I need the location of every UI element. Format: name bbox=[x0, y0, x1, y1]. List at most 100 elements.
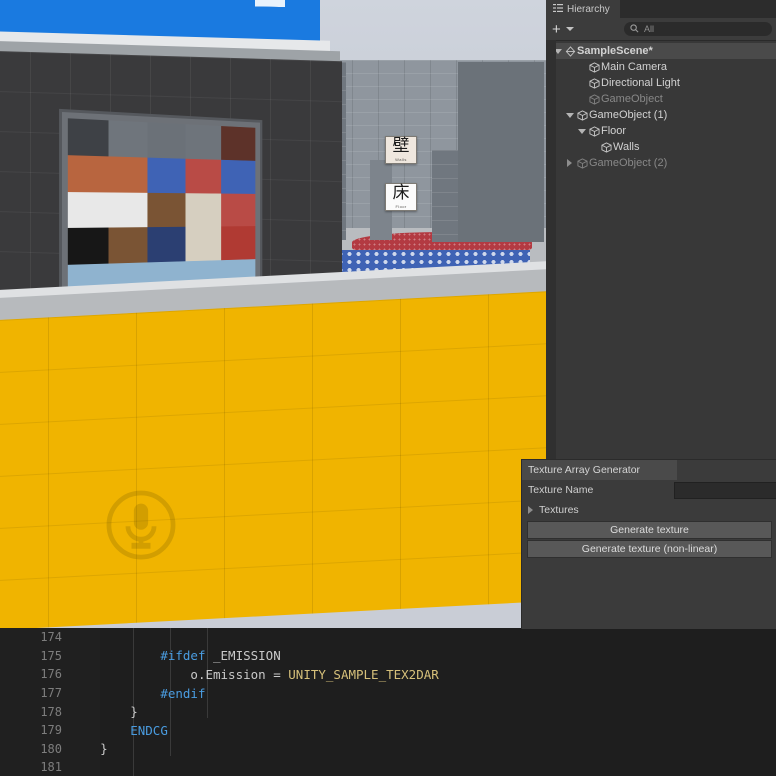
tab-hierarchy[interactable]: Hierarchy bbox=[546, 0, 620, 18]
chevron-down-icon[interactable] bbox=[564, 112, 575, 118]
code-lines: 174 175 #ifdef _EMISSION 176 o.Emission = … bbox=[0, 628, 521, 776]
texture-swatch bbox=[108, 120, 148, 158]
hierarchy-item-label: Walls bbox=[613, 141, 640, 153]
chevron-down-icon[interactable] bbox=[576, 128, 587, 134]
gameobject-cube-icon bbox=[575, 157, 589, 169]
hierarchy-left-strip bbox=[546, 40, 556, 459]
hierarchy-item-gameobject-1[interactable]: GameObject (1) bbox=[546, 107, 776, 123]
code-line-number: 177 bbox=[40, 686, 62, 701]
texture-swatch bbox=[67, 154, 109, 193]
tab-hierarchy-label: Hierarchy bbox=[567, 3, 610, 15]
scene-sign-walls: 壁 Walls bbox=[385, 136, 417, 164]
texture-swatch bbox=[108, 227, 148, 264]
search-placeholder: All bbox=[644, 24, 655, 34]
hierarchy-item-gameobject[interactable]: GameObject bbox=[546, 91, 776, 107]
texture-swatch bbox=[108, 156, 148, 193]
chevron-right-icon[interactable] bbox=[528, 506, 533, 514]
sign-roman: Floor bbox=[395, 204, 407, 209]
sign-roman: Walls bbox=[395, 157, 407, 162]
hierarchy-tree[interactable]: SampleScene* Main Camera Directional Light… bbox=[546, 41, 776, 171]
hierarchy-item-label: GameObject (2) bbox=[589, 157, 668, 169]
code-line-number: 180 bbox=[40, 741, 62, 756]
gameobject-cube-icon bbox=[587, 61, 601, 73]
texture-swatch bbox=[185, 226, 221, 262]
search-icon bbox=[630, 20, 639, 38]
texture-swatch bbox=[220, 126, 256, 161]
hierarchy-item-label: Floor bbox=[601, 125, 627, 137]
gameobject-cube-icon bbox=[587, 77, 601, 89]
code-token: o.Emission = bbox=[190, 666, 289, 682]
texture-swatch bbox=[220, 159, 256, 194]
game-view[interactable]: 壁 Walls 床 Floor bbox=[0, 0, 546, 628]
code-token: } bbox=[100, 741, 108, 757]
texture-swatch bbox=[147, 227, 186, 263]
gameobject-cube-icon bbox=[599, 141, 613, 153]
code-line: 181 bbox=[0, 758, 521, 776]
hierarchy-item-label: GameObject (1) bbox=[589, 109, 668, 121]
texture-swatch bbox=[147, 157, 186, 193]
scene-yellow-tactile-floor bbox=[0, 287, 546, 628]
texture-swatch bbox=[67, 118, 109, 157]
gameobject-cube-icon bbox=[575, 109, 589, 121]
gameobject-cube-icon bbox=[587, 93, 601, 105]
microphone-icon bbox=[103, 487, 179, 563]
chevron-right-icon[interactable] bbox=[564, 159, 575, 167]
code-line-number: 179 bbox=[40, 723, 62, 738]
texture-swatch bbox=[147, 192, 186, 228]
hierarchy-item-label: Main Camera bbox=[601, 61, 668, 73]
code-token: UNITY_SAMPLE_TEX2DAR bbox=[288, 666, 439, 682]
texture-name-label: Texture Name bbox=[528, 484, 594, 496]
hierarchy-item-directional-light[interactable]: Directional Light bbox=[546, 75, 776, 91]
generate-texture-button[interactable]: Generate texture bbox=[527, 521, 772, 539]
generate-texture-nonlinear-button[interactable]: Generate texture (non-linear) bbox=[527, 540, 772, 558]
gameobject-cube-icon bbox=[587, 125, 601, 137]
chevron-down-icon[interactable] bbox=[565, 27, 574, 31]
texture-array-generator-window: Texture Array Generator Texture Name Tex… bbox=[521, 459, 776, 629]
scene-pillar bbox=[458, 62, 544, 242]
textures-foldout-label: Textures bbox=[539, 504, 579, 516]
code-token: #endif bbox=[160, 685, 206, 701]
hierarchy-tab-bar: Hierarchy bbox=[546, 0, 776, 18]
hierarchy-item-label: SampleScene* bbox=[577, 45, 653, 57]
code-token: #ifdef bbox=[160, 648, 206, 664]
textures-foldout[interactable]: Textures bbox=[522, 500, 776, 520]
code-token: } bbox=[130, 704, 138, 720]
hierarchy-panel: Hierarchy + All SampleScene* Main Camera D… bbox=[546, 0, 776, 459]
search-input[interactable]: All bbox=[624, 22, 772, 36]
texture-swatch bbox=[108, 192, 148, 228]
texture-swatch bbox=[147, 122, 186, 159]
hierarchy-item-label: GameObject bbox=[601, 93, 663, 105]
hierarchy-icon bbox=[553, 3, 563, 16]
texture-atlas-grid bbox=[67, 118, 256, 302]
hierarchy-item-walls[interactable]: Walls bbox=[546, 139, 776, 155]
code-line: 179 ENDCG bbox=[0, 721, 521, 740]
sign-kanji: 床 bbox=[392, 183, 410, 203]
code-line: 174 bbox=[0, 628, 521, 647]
code-line-number: 181 bbox=[40, 760, 62, 775]
code-line: 180 } bbox=[0, 740, 521, 759]
hierarchy-item-label: Directional Light bbox=[601, 77, 680, 89]
scene-pillar bbox=[432, 150, 458, 242]
code-line-number: 178 bbox=[40, 704, 62, 719]
code-line: 176 o.Emission = UNITY_SAMPLE_TEX2DAR bbox=[0, 665, 521, 684]
add-gameobject-button[interactable]: + bbox=[550, 22, 563, 37]
code-editor[interactable]: 174 175 #ifdef _EMISSION 176 o.Emission = … bbox=[0, 628, 521, 776]
code-line: 178 } bbox=[0, 702, 521, 721]
hierarchy-item-samplescene[interactable]: SampleScene* bbox=[546, 43, 776, 59]
code-token: ENDCG bbox=[130, 722, 168, 738]
texture-swatch bbox=[67, 191, 109, 229]
texture-swatch bbox=[185, 192, 221, 228]
hierarchy-item-gameobject-2[interactable]: GameObject (2) bbox=[546, 155, 776, 171]
texture-name-input[interactable] bbox=[674, 482, 776, 499]
hierarchy-item-floor[interactable]: Floor bbox=[546, 123, 776, 139]
code-line-number: 176 bbox=[40, 667, 62, 682]
hierarchy-toolbar: + All bbox=[546, 18, 776, 41]
window-title: Texture Array Generator bbox=[522, 460, 677, 480]
hierarchy-item-main-camera[interactable]: Main Camera bbox=[546, 59, 776, 75]
texture-swatch bbox=[67, 227, 109, 266]
